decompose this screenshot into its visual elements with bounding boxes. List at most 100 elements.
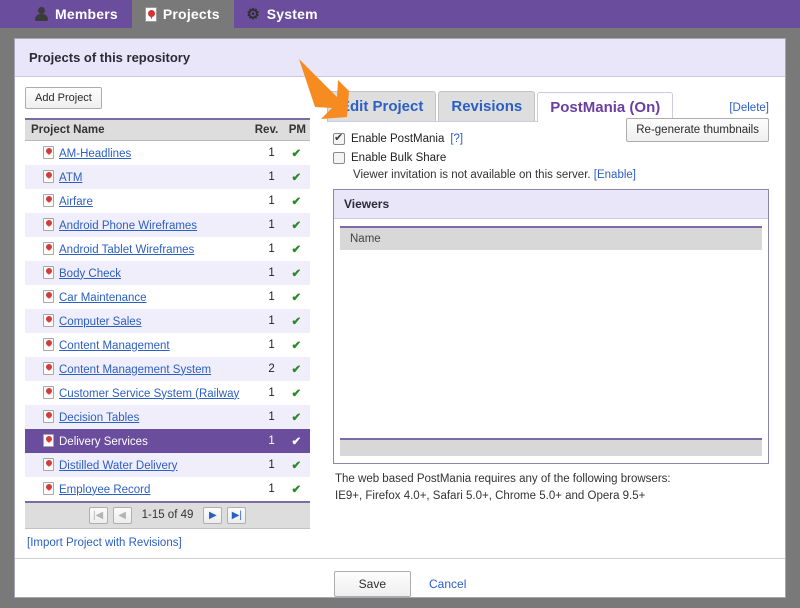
project-page-icon [145, 7, 157, 22]
pagination-first-button[interactable]: |◀ [89, 507, 108, 524]
project-name-link[interactable]: Employee Record [59, 484, 150, 496]
add-project-button[interactable]: Add Project [25, 87, 102, 109]
nav-tab-system[interactable]: ⚙ System [234, 0, 332, 28]
project-name-cell: Body Check [25, 261, 249, 285]
project-name-link[interactable]: Decision Tables [59, 412, 139, 424]
project-name-link[interactable]: Computer Sales [59, 316, 141, 328]
project-name-link[interactable]: Car Maintenance [59, 292, 147, 304]
viewer-invitation-enable-link[interactable]: [Enable] [594, 169, 636, 181]
table-row[interactable]: Car Maintenance1✔ [25, 285, 310, 309]
table-row[interactable]: Body Check 1✔ [25, 261, 310, 285]
viewers-panel: Viewers Name [333, 189, 769, 464]
project-name-cell: Distilled Water Delivery [25, 453, 249, 477]
project-name-link[interactable]: Android Phone Wireframes [59, 220, 197, 232]
project-name-link[interactable]: Airfare [59, 196, 93, 208]
project-name-link[interactable]: Content Management [59, 340, 170, 352]
save-button[interactable]: Save [334, 571, 411, 597]
project-page-icon [43, 362, 54, 375]
browser-note-line-2: IE9+, Firefox 4.0+, Safari 5.0+, Chrome … [335, 488, 769, 505]
table-row[interactable]: ATM1✔ [25, 165, 310, 189]
project-page-icon [43, 314, 54, 327]
table-row[interactable]: Decision Tables1✔ [25, 405, 310, 429]
enable-postmania-checkbox[interactable] [333, 133, 345, 145]
table-row[interactable]: Customer Service System (Railway 1✔ [25, 381, 310, 405]
project-rev-cell: 1 [249, 285, 283, 309]
gear-icon: ⚙ [246, 7, 261, 22]
table-row[interactable]: Distilled Water Delivery1✔ [25, 453, 310, 477]
project-page-icon [43, 170, 54, 183]
project-name-link[interactable]: ATM [59, 172, 82, 184]
table-row[interactable]: Content Management System2✔ [25, 357, 310, 381]
table-row[interactable]: Android Phone Wireframes1✔ [25, 213, 310, 237]
project-name-link[interactable]: Customer Service System (Railway [59, 388, 239, 400]
postmania-help-link[interactable]: [?] [450, 133, 463, 145]
project-name-link[interactable]: Delivery Services [59, 436, 148, 448]
project-rev-cell: 1 [249, 309, 283, 333]
project-rev-cell: 1 [249, 333, 283, 357]
viewer-invitation-text: Viewer invitation is not available on th… [353, 169, 591, 181]
project-name-link[interactable]: Content Management System [59, 364, 211, 376]
pagination-last-button[interactable]: ▶| [227, 507, 246, 524]
regenerate-thumbnails-button[interactable]: Re-generate thumbnails [626, 118, 769, 142]
project-page-icon [43, 290, 54, 303]
nav-tab-members[interactable]: Members [22, 0, 132, 28]
project-pm-check-icon: ✔ [283, 477, 310, 501]
project-pm-check-icon: ✔ [283, 261, 310, 285]
project-pm-check-icon: ✔ [283, 309, 310, 333]
project-rev-cell: 1 [249, 213, 283, 237]
top-navigation: Members Projects ⚙ System [0, 0, 800, 28]
project-name-link[interactable]: Android Tablet Wireframes [59, 244, 194, 256]
column-header-rev[interactable]: Rev. [249, 119, 283, 141]
table-row[interactable]: AM-Headlines1✔ [25, 141, 310, 165]
project-page-icon [43, 218, 54, 231]
viewers-title: Viewers [334, 190, 768, 219]
viewers-column-header-name: Name [340, 226, 762, 250]
viewers-empty-area [334, 250, 768, 438]
tab-revisions[interactable]: Revisions [438, 91, 535, 121]
page-stage: Projects of this repository Add Project … [0, 28, 800, 608]
import-project-link[interactable]: [Import Project with Revisions] [27, 537, 182, 549]
page-title: Projects of this repository [15, 39, 785, 77]
table-row[interactable]: Delivery Services1✔ [25, 429, 310, 453]
project-name-link[interactable]: Distilled Water Delivery [59, 460, 177, 472]
project-rev-cell: 1 [249, 189, 283, 213]
project-pm-check-icon: ✔ [283, 429, 310, 453]
table-row[interactable]: Airfare1✔ [25, 189, 310, 213]
column-header-pm[interactable]: PM [283, 119, 310, 141]
project-pm-check-icon: ✔ [283, 381, 310, 405]
project-name-cell: Airfare [25, 189, 249, 213]
project-name-cell: Content Management [25, 333, 249, 357]
browser-requirements-note: The web based PostMania requires any of … [335, 471, 769, 504]
table-row[interactable]: Computer Sales 1✔ [25, 309, 310, 333]
postmania-settings: Enable PostMania [?] Enable Bulk Share V… [327, 122, 769, 504]
table-row[interactable]: Content Management1✔ [25, 333, 310, 357]
project-page-icon [43, 194, 54, 207]
table-row[interactable]: Android Tablet Wireframes1✔ [25, 237, 310, 261]
project-page-icon [43, 386, 54, 399]
project-name-cell: Delivery Services [25, 429, 249, 453]
project-rev-cell: 1 [249, 261, 283, 285]
project-page-icon [43, 434, 54, 447]
project-page-icon [43, 242, 54, 255]
project-page-icon [43, 410, 54, 423]
project-rev-cell: 1 [249, 237, 283, 261]
panel-body: Add Project Project Name Rev. PM AM-Head… [15, 77, 785, 558]
project-pm-check-icon: ✔ [283, 357, 310, 381]
project-name-cell: Computer Sales [25, 309, 249, 333]
tab-edit-project[interactable]: Edit Project [327, 91, 436, 121]
enable-postmania-label: Enable PostMania [351, 133, 444, 145]
cancel-button[interactable]: Cancel [429, 577, 466, 591]
project-name-link[interactable]: AM-Headlines [59, 148, 131, 160]
column-header-project-name[interactable]: Project Name [25, 119, 249, 141]
pagination-label: 1-15 of 49 [137, 509, 199, 521]
project-detail-column: Edit Project Revisions PostMania (On) [D… [315, 77, 785, 558]
enable-bulk-share-checkbox[interactable] [333, 152, 345, 164]
pagination-next-button[interactable]: ▶ [203, 507, 222, 524]
pagination-prev-button[interactable]: ◀ [113, 507, 132, 524]
project-name-link[interactable]: Body Check [59, 268, 121, 280]
project-rev-cell: 1 [249, 381, 283, 405]
nav-tab-projects[interactable]: Projects [132, 0, 234, 28]
enable-bulk-share-label: Enable Bulk Share [351, 152, 446, 164]
projects-table: Project Name Rev. PM AM-Headlines1✔ATM1✔… [25, 118, 310, 501]
table-row[interactable]: Employee Record1✔ [25, 477, 310, 501]
